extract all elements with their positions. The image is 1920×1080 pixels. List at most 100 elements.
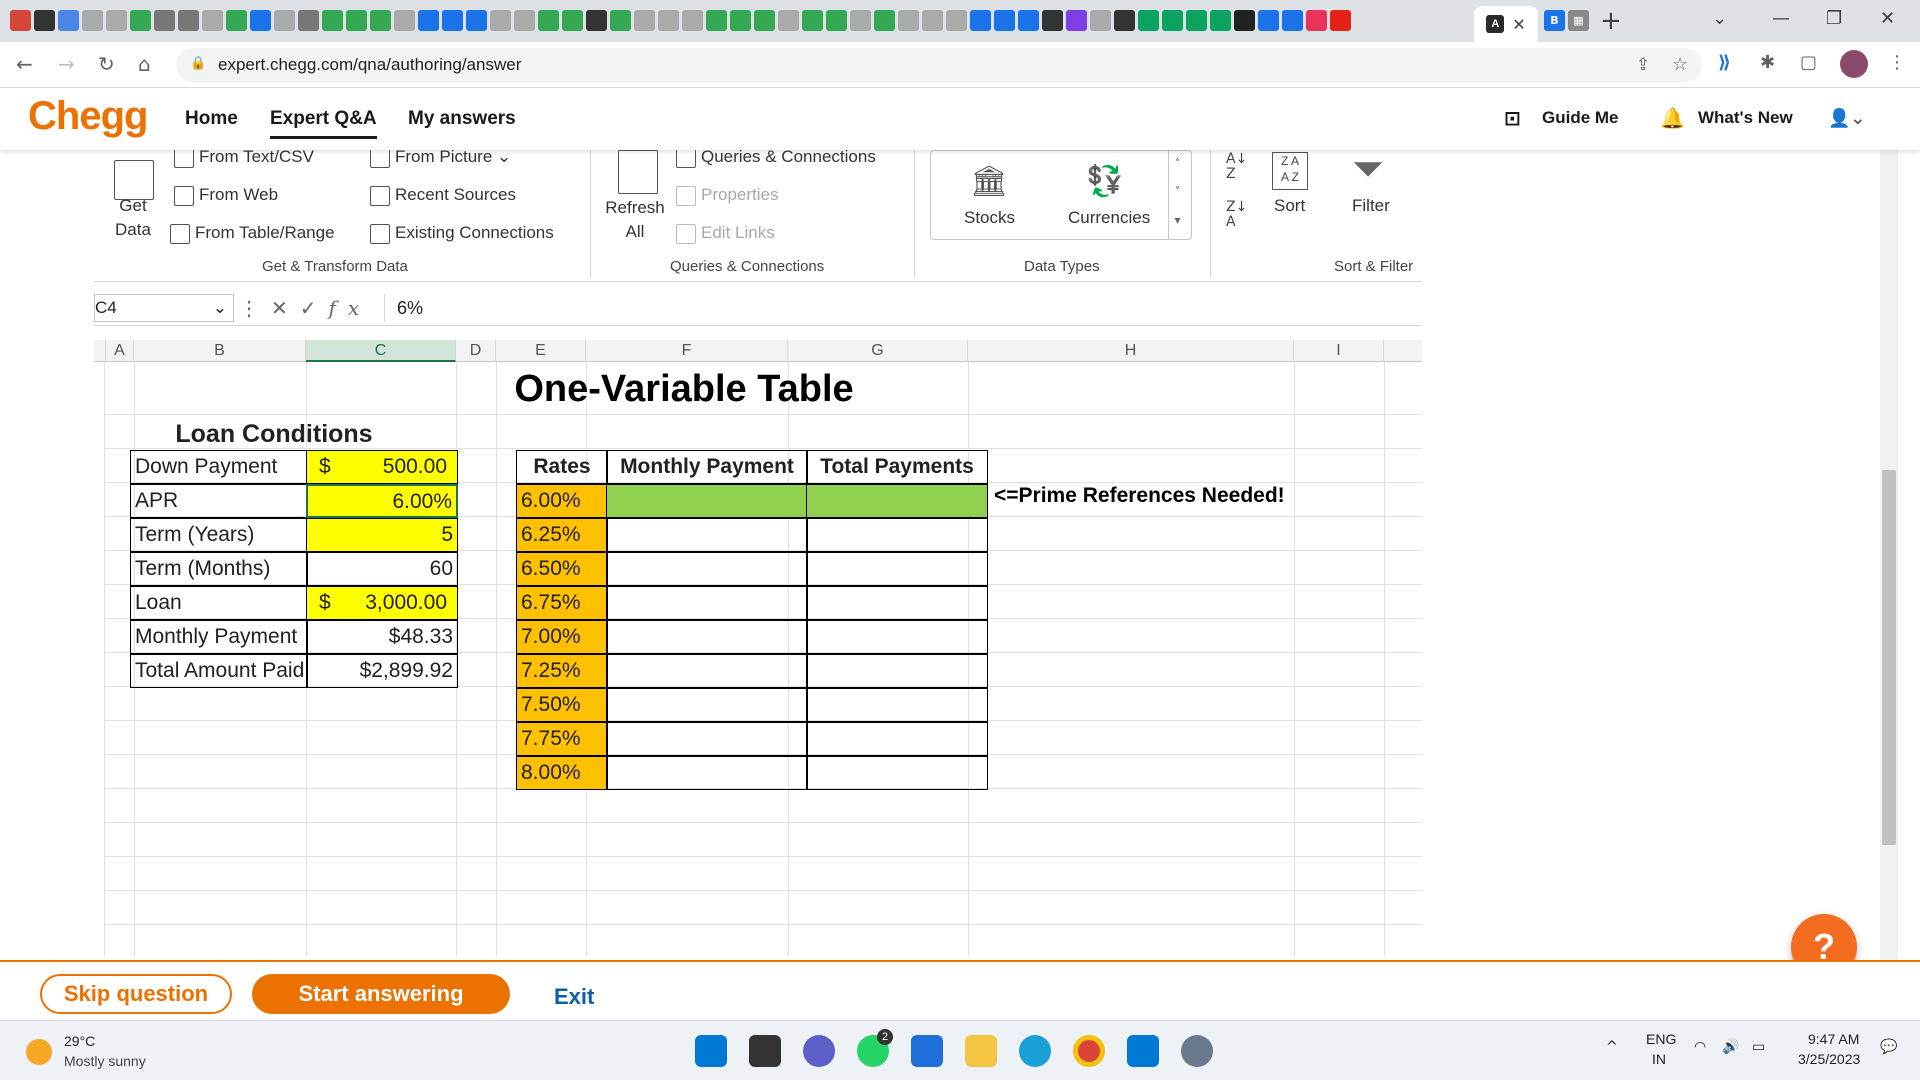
close-window-button[interactable]: ✕ — [1880, 8, 1895, 29]
teams-chat-icon[interactable] — [803, 1035, 835, 1067]
pinned-tab-favicon[interactable] — [1066, 10, 1087, 31]
gallery-scroll[interactable]: ˄ ˅ ▾ — [1168, 150, 1186, 240]
pinned-tab-favicon[interactable] — [394, 10, 415, 31]
get-data-button[interactable]: Get Data — [98, 194, 168, 242]
from-text-button[interactable]: From Text/CSV — [174, 150, 314, 168]
pinned-tab-favicon[interactable] — [202, 10, 223, 31]
pinned-tab-favicon[interactable] — [1042, 10, 1063, 31]
pinned-tab-favicon[interactable] — [970, 10, 991, 31]
battery-icon[interactable]: ▭ — [1752, 1039, 1765, 1055]
pinned-tab-favicon[interactable] — [106, 10, 127, 31]
pinned-tab-favicon[interactable] — [754, 10, 775, 31]
loan-label[interactable]: Term (Years) — [130, 518, 308, 552]
volume-icon[interactable]: 🔊 — [1722, 1039, 1739, 1055]
file-explorer-icon[interactable] — [965, 1035, 997, 1067]
pinned-tab-favicon[interactable] — [58, 10, 79, 31]
tab-grid[interactable]: ▦ — [1568, 10, 1589, 31]
address-bar[interactable]: 🔒 expert.chegg.com/qna/authoring/answer … — [176, 48, 1702, 82]
loan-label[interactable]: Loan — [130, 586, 308, 620]
pinned-tab-favicon[interactable] — [610, 10, 631, 31]
tab-b[interactable]: B — [1544, 10, 1565, 31]
weather-sun-icon[interactable] — [26, 1039, 52, 1065]
col-header-f[interactable]: F — [586, 340, 788, 362]
monthly-payment-cell[interactable] — [606, 722, 808, 756]
filter-button[interactable]: Filter — [1352, 196, 1390, 216]
pinned-tab-favicon[interactable] — [1234, 10, 1255, 31]
pinned-tab-favicon[interactable] — [490, 10, 511, 31]
col-header-g[interactable]: G — [788, 340, 968, 362]
queries-connections-button[interactable]: Queries & Connections — [676, 150, 876, 168]
tab-search-icon[interactable]: ⌄ — [1712, 8, 1727, 29]
rate-cell[interactable]: 7.00% — [516, 620, 608, 654]
col-header-h[interactable]: H — [968, 340, 1294, 362]
monthly-payment-cell[interactable] — [606, 654, 808, 688]
whats-new-button[interactable]: What's New — [1698, 108, 1793, 128]
pinned-tab-favicon[interactable] — [466, 10, 487, 31]
pinned-tab-favicon[interactable] — [178, 10, 199, 31]
col-header-c[interactable]: C — [306, 340, 456, 362]
share-icon[interactable]: ⇪ — [1636, 55, 1650, 75]
rate-cell[interactable]: 6.25% — [516, 518, 608, 552]
loan-label[interactable]: Monthly Payment — [130, 620, 308, 654]
pinned-tab-favicon[interactable] — [82, 10, 103, 31]
monthly-payment-cell[interactable] — [606, 518, 808, 552]
weather-temp[interactable]: 29°C — [64, 1033, 95, 1049]
menu-kebab-icon[interactable]: ⋮ — [1888, 52, 1906, 73]
existing-connections-button[interactable]: Existing Connections — [370, 223, 554, 244]
chevron-up-icon[interactable]: ^ — [1606, 1039, 1618, 1055]
pinned-tab-favicon[interactable] — [826, 10, 847, 31]
monthly-payment-cell[interactable] — [606, 688, 808, 722]
col-header-b[interactable]: B — [134, 340, 306, 362]
home-icon[interactable]: ⌂ — [138, 52, 151, 76]
col-header-e[interactable]: E — [496, 340, 586, 362]
formula-input[interactable]: 6% — [384, 294, 1414, 322]
pinned-tab-favicon[interactable] — [778, 10, 799, 31]
pinned-tab-favicon[interactable] — [874, 10, 895, 31]
guide-me-button[interactable]: Guide Me — [1542, 108, 1619, 128]
total-payment-cell[interactable] — [806, 654, 988, 688]
pinned-tab-favicon[interactable] — [298, 10, 319, 31]
edge-icon[interactable] — [1019, 1035, 1051, 1067]
refresh-all-button[interactable]: Refresh All — [600, 196, 670, 244]
new-tab-button[interactable]: + — [1600, 6, 1622, 36]
wifi-icon[interactable]: ◠ — [1694, 1039, 1706, 1055]
extension-icon[interactable]: ⟫ — [1718, 52, 1731, 73]
pinned-tab-favicon[interactable] — [634, 10, 655, 31]
rate-cell[interactable]: 7.75% — [516, 722, 608, 756]
clock-time[interactable]: 9:47 AM — [1808, 1031, 1859, 1047]
pinned-tab-favicon[interactable] — [34, 10, 55, 31]
monthly-payment-cell[interactable] — [606, 756, 808, 790]
notification-icon[interactable]: 💬 — [1880, 1039, 1897, 1055]
sort-button[interactable]: Sort — [1274, 196, 1305, 216]
loan-value-cell[interactable]: $500.00 — [306, 450, 458, 484]
nav-home[interactable]: Home — [185, 108, 238, 130]
col-header-i[interactable]: I — [1294, 340, 1384, 362]
vscode-icon[interactable] — [1127, 1035, 1159, 1067]
pinned-tab-favicon[interactable] — [586, 10, 607, 31]
pinned-tab-favicon[interactable] — [1138, 10, 1159, 31]
pinned-tab-favicon[interactable] — [802, 10, 823, 31]
pinned-tab-favicon[interactable] — [1114, 10, 1135, 31]
pinned-tab-favicon[interactable] — [1186, 10, 1207, 31]
back-icon[interactable]: ← — [16, 52, 33, 76]
loan-value-cell-selected[interactable]: 6.00% — [306, 484, 458, 518]
rate-cell[interactable]: 7.25% — [516, 654, 608, 688]
total-payment-cell[interactable] — [806, 722, 988, 756]
extensions-puzzle-icon[interactable]: ✱ — [1760, 52, 1775, 73]
pinned-tab-favicon[interactable] — [1090, 10, 1111, 31]
pinned-tab-favicon[interactable] — [1306, 10, 1327, 31]
rate-cell[interactable]: 7.50% — [516, 688, 608, 722]
pinned-tab-favicon[interactable] — [442, 10, 463, 31]
pinned-tab-favicon[interactable] — [1162, 10, 1183, 31]
restore-button[interactable]: ❐ — [1826, 8, 1842, 29]
pinned-tab-favicon[interactable] — [658, 10, 679, 31]
monthly-payment-header[interactable]: Monthly Payment — [606, 450, 808, 484]
rate-cell[interactable]: 6.50% — [516, 552, 608, 586]
monthly-payment-cell[interactable] — [606, 586, 808, 620]
clock-date[interactable]: 3/25/2023 — [1798, 1051, 1860, 1067]
currencies-button[interactable]: Currencies — [1068, 208, 1150, 228]
pinned-tab-favicon[interactable] — [154, 10, 175, 31]
pinned-tab-favicon[interactable] — [1330, 10, 1351, 31]
pinned-tab-favicon[interactable] — [682, 10, 703, 31]
pinned-tab-favicon[interactable] — [514, 10, 535, 31]
